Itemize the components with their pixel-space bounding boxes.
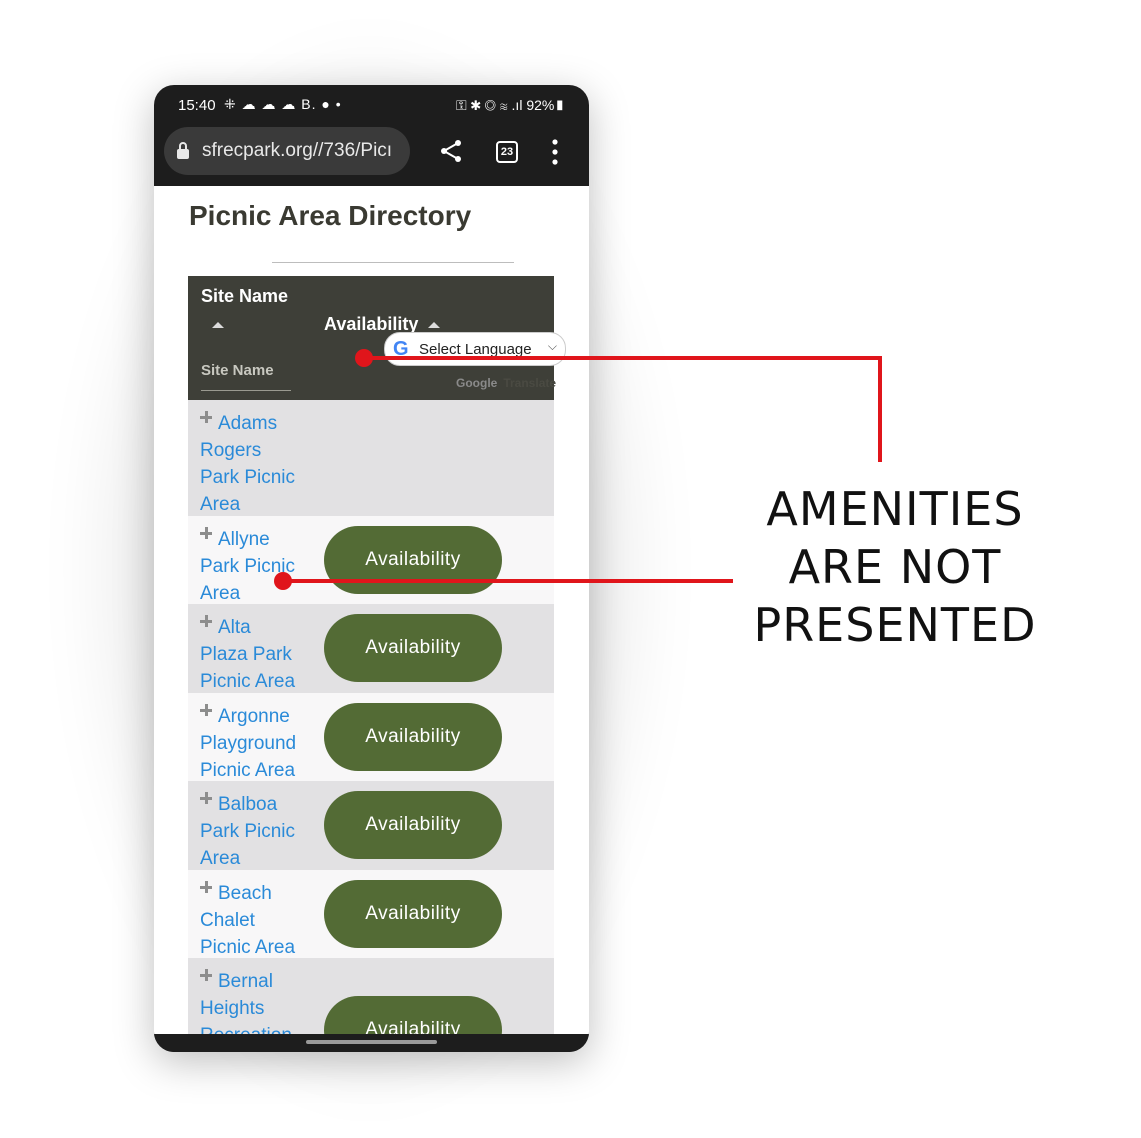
site-name-link[interactable]: Balboa Park Picnic Area	[200, 791, 310, 872]
table-row: Bernal Heights Recreation Availability	[188, 958, 554, 1034]
expand-plus-icon[interactable]	[200, 615, 212, 627]
site-name-link[interactable]: Allyne Park Picnic Area	[200, 526, 310, 607]
expand-plus-icon[interactable]	[200, 792, 212, 804]
sort-ascending-icon[interactable]	[428, 322, 440, 328]
expand-plus-icon[interactable]	[200, 704, 212, 716]
callout-line-2: ARE NOT	[788, 540, 1002, 594]
home-gesture-handle[interactable]	[306, 1040, 437, 1044]
share-icon[interactable]	[439, 139, 463, 163]
expand-plus-icon[interactable]	[200, 411, 212, 423]
filter-placeholder: Site Name	[201, 362, 274, 379]
expand-plus-icon[interactable]	[200, 881, 212, 893]
table-row: Beach Chalet Picnic Area Availability	[188, 870, 554, 958]
availability-button[interactable]: Availability	[324, 791, 502, 859]
url-text: sfrecpark.org//736/Picı	[202, 140, 393, 161]
table-row: Balboa Park Picnic Area Availability	[188, 781, 554, 870]
site-name-link[interactable]: Adams Rogers Park Picnic Area	[200, 410, 310, 518]
chevron-down-icon: ⌵	[547, 339, 557, 353]
tab-switcher-icon[interactable]: 23	[496, 141, 518, 163]
system-status-icons: ⚿ ✱ ◎ ≋ .ıl 92%▮	[455, 97, 565, 113]
status-time: 15:40	[178, 97, 216, 114]
lock-icon	[177, 142, 189, 159]
page-title: Picnic Area Directory	[189, 200, 472, 231]
google-translate-attribution: Google Translate	[456, 376, 556, 390]
table-header: Site Name Availability Site Name G Selec…	[188, 276, 566, 400]
availability-button[interactable]: Availability	[324, 614, 502, 682]
title-divider	[272, 262, 514, 263]
site-name-link[interactable]: Alta Plaza Park Picnic Area	[200, 614, 310, 695]
web-content: Picnic Area Directory Site Name Availabi…	[154, 186, 589, 1034]
google-g-icon: G	[393, 338, 409, 360]
navigation-bar	[154, 1034, 589, 1052]
overflow-menu-icon[interactable]	[552, 139, 558, 165]
table-row: Argonne Playground Picnic Area Availabil…	[188, 693, 554, 781]
availability-button[interactable]: Availability	[324, 703, 502, 771]
site-name-link[interactable]: Argonne Playground Picnic Area	[200, 703, 310, 784]
column-header-site-name[interactable]: Site Name	[201, 286, 288, 307]
table-row: Alta Plaza Park Picnic Area Availability	[188, 604, 554, 693]
callout-line-1: AMENITIES	[766, 482, 1024, 536]
expand-plus-icon[interactable]	[200, 527, 212, 539]
table-row: Adams Rogers Park Picnic Area	[188, 400, 554, 516]
site-name-link[interactable]: Beach Chalet Picnic Area	[200, 880, 310, 961]
availability-button[interactable]: Availability	[324, 996, 502, 1034]
availability-button[interactable]: Availability	[324, 526, 502, 594]
language-select-label: Select Language	[419, 341, 532, 358]
phone-frame: 15:40 ⁜ ☁ ☁ ☁ B. ● • ⚿ ✱ ◎ ≋ .ıl 92%▮ sf…	[154, 85, 589, 1052]
status-bar: 15:40 ⁜ ☁ ☁ ☁ B. ● • ⚿ ✱ ◎ ≋ .ıl 92%▮	[154, 85, 589, 125]
site-name-filter-input[interactable]: Site Name	[201, 362, 291, 391]
table-row: Allyne Park Picnic Area Availability	[188, 516, 554, 604]
notification-icons: ⁜ ☁ ☁ ☁ B. ● •	[224, 96, 342, 112]
translate-text: Translate	[503, 376, 557, 390]
google-logo-text: Google	[456, 376, 498, 390]
picnic-table: Site Name Availability Site Name G Selec…	[188, 276, 566, 1034]
site-name-link[interactable]: Bernal Heights Recreation	[200, 968, 310, 1034]
address-bar[interactable]: sfrecpark.org//736/Picı	[164, 127, 410, 175]
callout-line-3: PRESENTED	[753, 598, 1037, 652]
language-select[interactable]: G Select Language ⌵	[384, 332, 566, 366]
expand-plus-icon[interactable]	[200, 969, 212, 981]
annotation-callout-text: AMENITIES ARE NOT PRESENTED	[740, 480, 1050, 654]
sort-ascending-icon[interactable]	[212, 322, 224, 328]
availability-button[interactable]: Availability	[324, 880, 502, 948]
